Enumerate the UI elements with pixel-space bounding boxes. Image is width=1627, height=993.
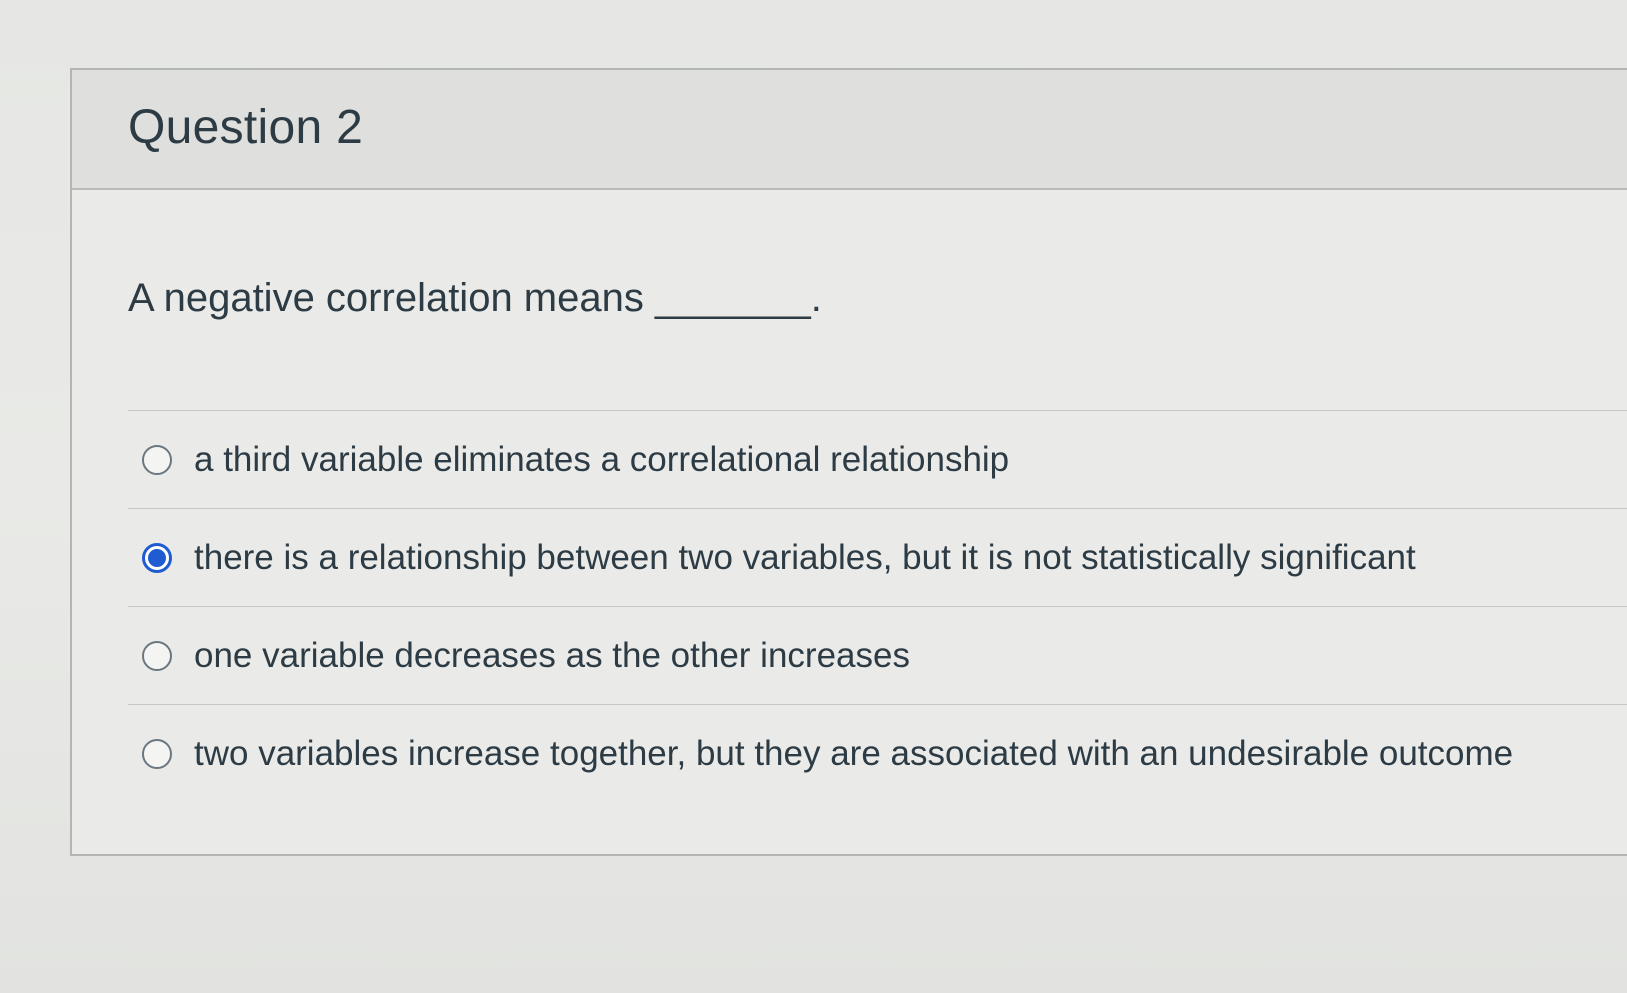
question-header: Question 2 [72,70,1627,190]
answer-option-2[interactable]: there is a relationship between two vari… [128,508,1627,606]
question-body: A negative correlation means _______. a … [72,190,1627,854]
answer-option-1[interactable]: a third variable eliminates a correlatio… [128,410,1627,508]
page: Question 2 A negative correlation means … [0,0,1627,993]
question-card: Question 2 A negative correlation means … [70,68,1627,856]
radio-button-unchecked-icon[interactable] [142,640,172,671]
answer-label[interactable]: a third variable eliminates a correlatio… [194,440,1009,480]
answer-list: a third variable eliminates a correlatio… [128,410,1627,802]
answer-option-3[interactable]: one variable decreases as the other incr… [128,606,1627,704]
answer-label[interactable]: two variables increase together, but the… [194,734,1513,774]
answer-option-4[interactable]: two variables increase together, but the… [128,704,1627,802]
radio-button-unchecked-icon[interactable] [142,444,172,475]
answer-label[interactable]: there is a relationship between two vari… [194,538,1416,578]
radio-button-checked-icon[interactable] [142,542,172,573]
answer-label[interactable]: one variable decreases as the other incr… [194,636,910,676]
question-text: A negative correlation means _______. [128,276,822,320]
radio-button-unchecked-icon[interactable] [142,738,172,769]
question-title: Question 2 [128,101,364,154]
